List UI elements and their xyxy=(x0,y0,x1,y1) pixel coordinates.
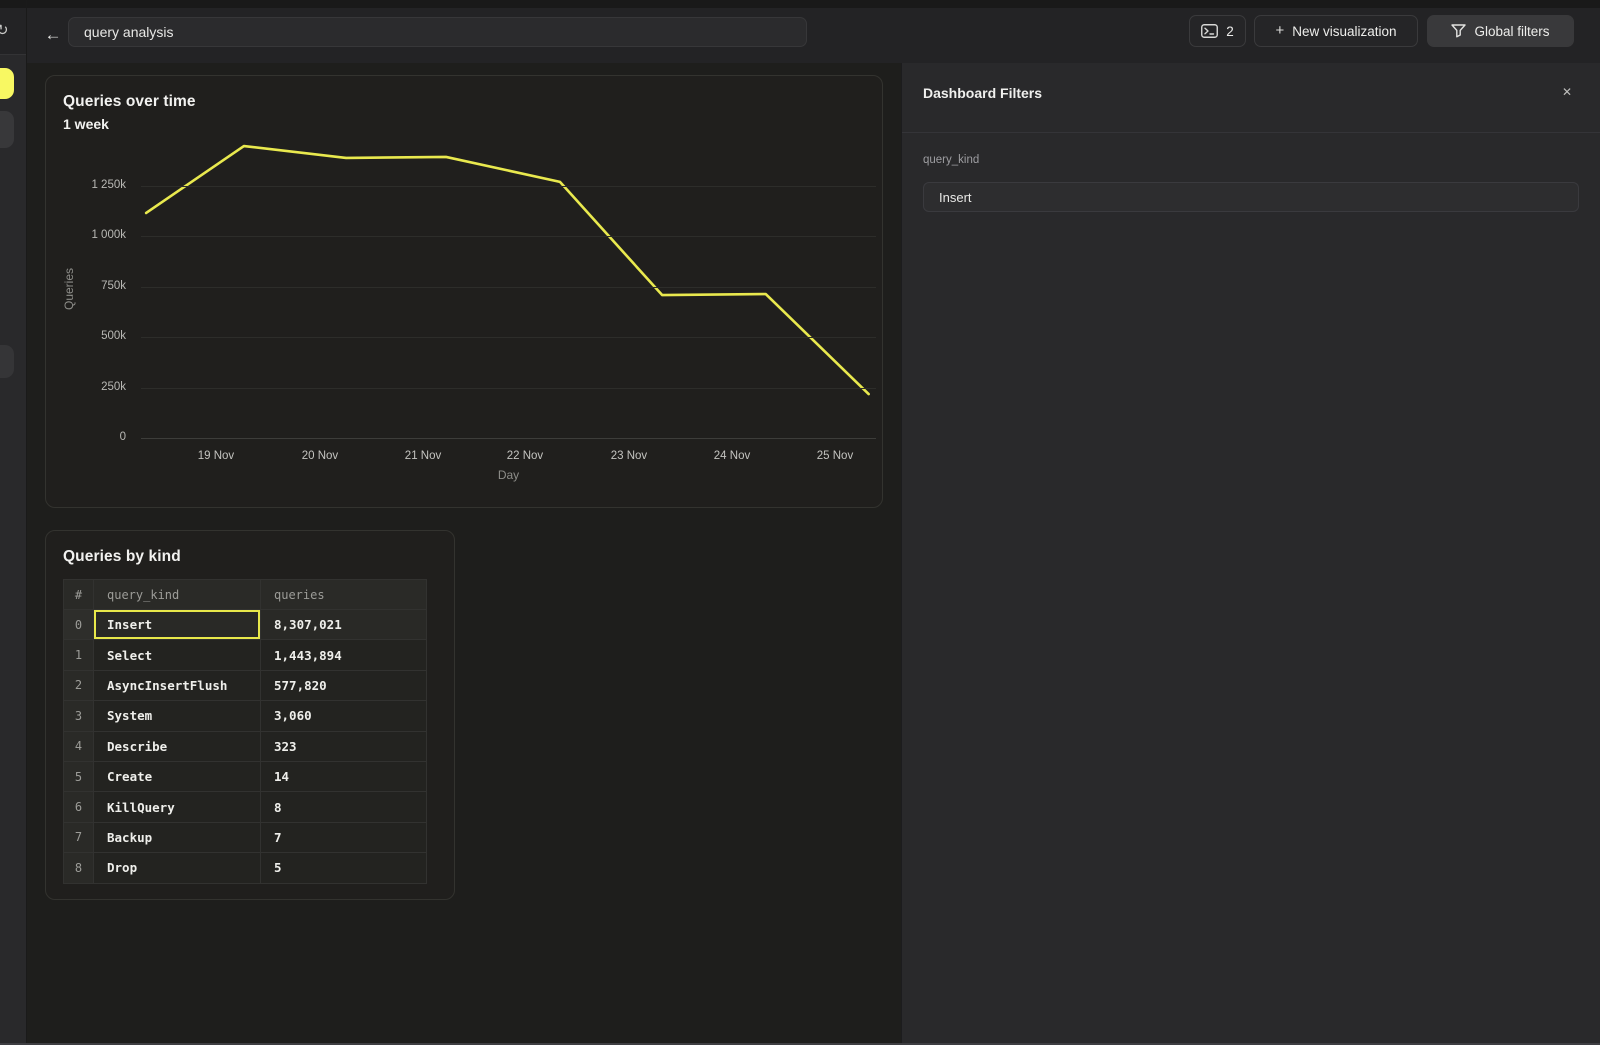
x-axis-title: Day xyxy=(141,468,876,482)
back-arrow-icon: ← xyxy=(45,25,62,45)
x-tick-label: 20 Nov xyxy=(285,450,355,462)
x-tick-label: 19 Nov xyxy=(181,450,251,462)
table-row: 2AsyncInsertFlush577,820 xyxy=(64,670,427,700)
funnel-icon xyxy=(1451,24,1466,38)
x-tick-label: 23 Nov xyxy=(594,450,664,462)
queries-count-cell[interactable]: 8,307,021 xyxy=(261,610,427,640)
back-button[interactable]: ← xyxy=(40,22,66,48)
queries-count-cell[interactable]: 577,820 xyxy=(261,670,427,700)
query-kind-cell[interactable]: KillQuery xyxy=(94,792,261,822)
y-tick-label: 250k xyxy=(56,381,126,393)
queries-count-cell[interactable]: 8 xyxy=(261,792,427,822)
row-index-cell: 3 xyxy=(64,701,94,731)
sidebar-top-strip xyxy=(0,0,27,8)
sidebar-item-2[interactable] xyxy=(0,111,14,148)
table-row: 7Backup7 xyxy=(64,822,427,852)
plus-icon: + xyxy=(1275,22,1284,39)
row-index-cell: 7 xyxy=(64,822,94,852)
gridline xyxy=(141,337,876,338)
console-window-icon xyxy=(1201,24,1218,38)
chart-title: Queries over time xyxy=(63,93,196,111)
queries-count-cell[interactable]: 14 xyxy=(261,761,427,791)
table-title: Queries by kind xyxy=(63,548,181,566)
y-tick-label: 750k xyxy=(56,280,126,292)
query-kind-cell[interactable]: Describe xyxy=(94,731,261,761)
line-chart-plot-area xyxy=(141,141,876,438)
global-filters-button[interactable]: Global filters xyxy=(1427,15,1574,47)
dashboard-filters-panel: Dashboard Filters ✕ query_kind xyxy=(901,63,1600,1045)
filters-panel-title: Dashboard Filters xyxy=(923,85,1042,101)
filter-field-input-query_kind[interactable] xyxy=(923,182,1579,212)
table-row: 6KillQuery8 xyxy=(64,792,427,822)
chart-subtitle: 1 week xyxy=(63,116,109,132)
column-header-query_kind: query_kind xyxy=(94,580,261,610)
queries-count-cell[interactable]: 323 xyxy=(261,731,427,761)
left-sidebar: ↻ xyxy=(0,0,27,1045)
dashboard-canvas: Queries over time 1 week Queries 0250k50… xyxy=(27,63,901,1045)
row-index-cell: 8 xyxy=(64,853,94,883)
y-tick-label: 500k xyxy=(56,330,126,342)
header-bar: ← 2 + New visualization Global filters xyxy=(27,8,1600,63)
filter-field-label: query_kind xyxy=(923,154,979,166)
dashboard-title-input[interactable] xyxy=(68,17,807,47)
x-tick-label: 24 Nov xyxy=(697,450,767,462)
query-kind-cell[interactable]: Drop xyxy=(94,853,261,883)
panel-divider xyxy=(902,132,1600,133)
table-row: 8Drop5 xyxy=(64,853,427,883)
query-kind-cell[interactable]: Backup xyxy=(94,822,261,852)
row-index-cell: 1 xyxy=(64,640,94,670)
query-kind-cell[interactable]: System xyxy=(94,701,261,731)
close-icon[interactable]: ✕ xyxy=(1562,85,1572,99)
gridline xyxy=(141,388,876,389)
chart-card-queries-over-time: Queries over time 1 week Queries 0250k50… xyxy=(45,75,883,508)
window-top-strip xyxy=(27,0,1600,8)
gridline xyxy=(141,438,876,439)
y-tick-label: 1 250k xyxy=(56,179,126,191)
console-count-button[interactable]: 2 xyxy=(1189,15,1246,47)
row-index-cell: 2 xyxy=(64,670,94,700)
column-header-index: # xyxy=(64,580,94,610)
gridline xyxy=(141,236,876,237)
sidebar-item-3[interactable] xyxy=(0,345,14,378)
column-header-queries: queries xyxy=(261,580,427,610)
global-filters-label: Global filters xyxy=(1474,24,1549,39)
queries-count-cell[interactable]: 1,443,894 xyxy=(261,640,427,670)
console-count: 2 xyxy=(1226,24,1234,39)
table-row: 3System3,060 xyxy=(64,701,427,731)
queries-by-kind-table: #query_kindqueries 0Insert8,307,0211Sele… xyxy=(63,579,427,884)
x-tick-label: 21 Nov xyxy=(388,450,458,462)
query-kind-cell[interactable]: Create xyxy=(94,761,261,791)
table-row: 4Describe323 xyxy=(64,731,427,761)
row-index-cell: 6 xyxy=(64,792,94,822)
query-kind-cell[interactable]: AsyncInsertFlush xyxy=(94,670,261,700)
table-header: #query_kindqueries xyxy=(64,580,427,610)
queries-count-cell[interactable]: 7 xyxy=(261,822,427,852)
table-row: 5Create14 xyxy=(64,761,427,791)
gridline xyxy=(141,186,876,187)
sidebar-item-active[interactable] xyxy=(0,68,14,99)
queries-count-cell[interactable]: 5 xyxy=(261,853,427,883)
table-row: 1Select1,443,894 xyxy=(64,640,427,670)
x-tick-label: 22 Nov xyxy=(490,450,560,462)
gridline xyxy=(141,287,876,288)
row-index-cell: 4 xyxy=(64,731,94,761)
table-card-queries-by-kind: Queries by kind #query_kindqueries 0Inse… xyxy=(45,530,455,900)
query-kind-cell[interactable]: Select xyxy=(94,640,261,670)
queries-count-cell[interactable]: 3,060 xyxy=(261,701,427,731)
y-tick-label: 1 000k xyxy=(56,229,126,241)
new-visualization-button[interactable]: + New visualization xyxy=(1254,15,1418,47)
x-tick-label: 25 Nov xyxy=(800,450,870,462)
table-row: 0Insert8,307,021 xyxy=(64,610,427,640)
refresh-icon[interactable]: ↻ xyxy=(0,21,9,39)
row-index-cell: 0 xyxy=(64,610,94,640)
query-kind-cell[interactable]: Insert xyxy=(94,610,261,640)
sidebar-header: ↻ xyxy=(0,8,27,55)
y-tick-label: 0 xyxy=(56,431,126,443)
new-visualization-label: New visualization xyxy=(1292,24,1396,39)
row-index-cell: 5 xyxy=(64,761,94,791)
